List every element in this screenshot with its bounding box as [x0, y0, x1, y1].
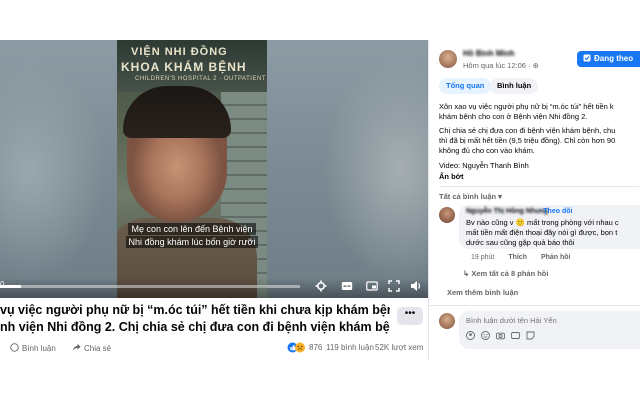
following-check-icon [583, 54, 591, 62]
post-description-paragraph-1: Xôn xao vụ việc người phụ nữ bị “m.óc tú… [439, 102, 640, 122]
description-line: khám bệnh cho con ở Bệnh viện Nhi đồng 2… [439, 112, 588, 121]
caption-line-2: nh viện Nhi đồng 2. Chị chia sẻ chị đưa … [0, 320, 390, 334]
see-less-link[interactable]: Ẩn bớt [439, 172, 464, 181]
reactions-icon[interactable] [287, 342, 311, 353]
caption-line-1: vụ việc người phụ nữ bị “m.óc túi” hết t… [0, 303, 390, 317]
reaction-count[interactable]: 876 [309, 343, 322, 352]
emoji-icon[interactable] [481, 331, 490, 340]
following-button[interactable]: Đang theo [577, 51, 640, 67]
comment-age[interactable]: 19 phút [471, 254, 494, 261]
commenter-avatar[interactable] [439, 207, 455, 223]
video-controls [0, 278, 428, 298]
comment-button-label: Bình luận [22, 344, 56, 353]
description-line: Chị chia sẻ chị đưa con đi bệnh viện khá… [439, 126, 616, 135]
comment-sort-dropdown[interactable]: Tất cả bình luận ▾ [439, 192, 502, 201]
divider [429, 305, 640, 306]
comment-line: Bv nào cũng v 🙂 mất trong phòng với nhau… [466, 218, 619, 227]
comment-button[interactable]: Bình luận [10, 343, 56, 353]
video-credit: Video: Nguyễn Thanh Bình [439, 161, 529, 170]
video-progress-bar[interactable] [0, 285, 300, 288]
hospital-sign: VIỆN NHI ĐỒNG KHOA KHÁM BỆNH CHILDREN'S … [117, 40, 267, 92]
description-line: thì đã bị mất hết tiền (9,5 triệu đồng).… [439, 136, 616, 145]
person-hair [123, 86, 231, 138]
post-details-panel: Hồ Bình Minh Hôm qua lúc 12:06 · ⊕ Đang … [428, 40, 640, 360]
post-description-paragraph-2: Chị chia sẻ chị đưa con đi bệnh viện khá… [439, 126, 640, 156]
comment-line: dước sau cũng gặp quả báo thôi [466, 238, 575, 247]
tab-comments[interactable]: Bình luận [490, 78, 539, 94]
fullscreen-icon[interactable] [388, 280, 400, 292]
comment-line: mất tiền mất điện thoại đây nói gì được,… [466, 228, 618, 237]
post-timestamp[interactable]: Hôm qua lúc 12:06 · ⊕ [463, 61, 539, 70]
post-action-bar: Bình luận Chia sẻ 876 119 bình luận 52K … [0, 340, 428, 358]
commenter-name[interactable]: Nguyễn Thị Hồng Nhung [466, 208, 548, 216]
see-all-replies-link[interactable]: ↳ Xem tất cả 8 phản hồi [463, 269, 548, 278]
view-count: 52K lượt xem [375, 343, 424, 352]
comment-like-button[interactable]: Thích [508, 254, 527, 261]
share-button[interactable]: Chia sẻ [72, 343, 111, 353]
captions-icon[interactable] [341, 280, 353, 292]
video-progress-fill [0, 285, 21, 288]
settings-gear-icon[interactable] [315, 280, 327, 292]
current-user-avatar[interactable] [439, 313, 455, 329]
video-frame[interactable]: VIỆN NHI ĐỒNG KHOA KHÁM BỆNH CHILDREN'S … [117, 40, 267, 298]
see-all-replies-label: Xem tất cả 8 phản hồi [471, 269, 549, 278]
sign-text-1: VIỆN NHI ĐỒNG [131, 46, 228, 58]
see-more-comments-link[interactable]: Xem thêm bình luận [447, 288, 518, 297]
comment-actions: 19 phút Thích Phản hồi [471, 254, 583, 261]
video-player[interactable]: VIỆN NHI ĐỒNG KHOA KHÁM BỆNH CHILDREN'S … [0, 40, 428, 298]
comment-text: Bv nào cũng v 🙂 mất trong phòng với nhau… [466, 218, 640, 248]
share-button-label: Chia sẻ [84, 344, 112, 353]
share-arrow-icon [72, 343, 81, 351]
subtitle-line-1: Mẹ con con lên đến Bệnh viện [128, 223, 256, 235]
avatar-sticker-icon[interactable] [466, 331, 475, 340]
comment-bubble-icon [10, 343, 19, 352]
comment-count[interactable]: 119 bình luận [326, 343, 374, 352]
description-line: không đủ cho con vào khám. [439, 146, 535, 155]
following-button-label: Đang theo [594, 54, 634, 63]
sticker-icon[interactable] [526, 331, 535, 340]
picture-in-picture-icon[interactable] [366, 280, 378, 292]
subtitle-line-2: Nhi đồng khám lúc bốn giờ rưỡi [125, 236, 259, 248]
more-options-button[interactable]: ••• [397, 307, 423, 325]
video-subtitle: Mẹ con con lên đến Bệnh viện Nhi đồng kh… [117, 223, 267, 249]
sign-text-2: KHOA KHÁM BỆNH [121, 60, 247, 74]
follow-commenter-link[interactable]: · Theo dõi [539, 208, 572, 215]
camera-icon[interactable] [496, 331, 505, 340]
poster-avatar[interactable] [439, 50, 457, 68]
description-line: Xôn xao vụ việc người phụ nữ bị “m.óc tú… [439, 102, 614, 111]
divider [439, 186, 639, 187]
tab-overview[interactable]: Tổng quan [439, 78, 492, 94]
comment-reply-button[interactable]: Phản hồi [541, 254, 571, 261]
poster-name[interactable]: Hồ Bình Minh [463, 49, 543, 58]
volume-icon[interactable] [410, 280, 422, 292]
video-caption[interactable]: vụ việc người phụ nữ bị “m.óc túi” hết t… [0, 302, 390, 336]
gif-icon[interactable] [511, 331, 520, 340]
sign-text-3: CHILDREN'S HOSPITAL 2 · OUTPATIENT [135, 76, 266, 82]
comment-input[interactable] [466, 315, 636, 326]
